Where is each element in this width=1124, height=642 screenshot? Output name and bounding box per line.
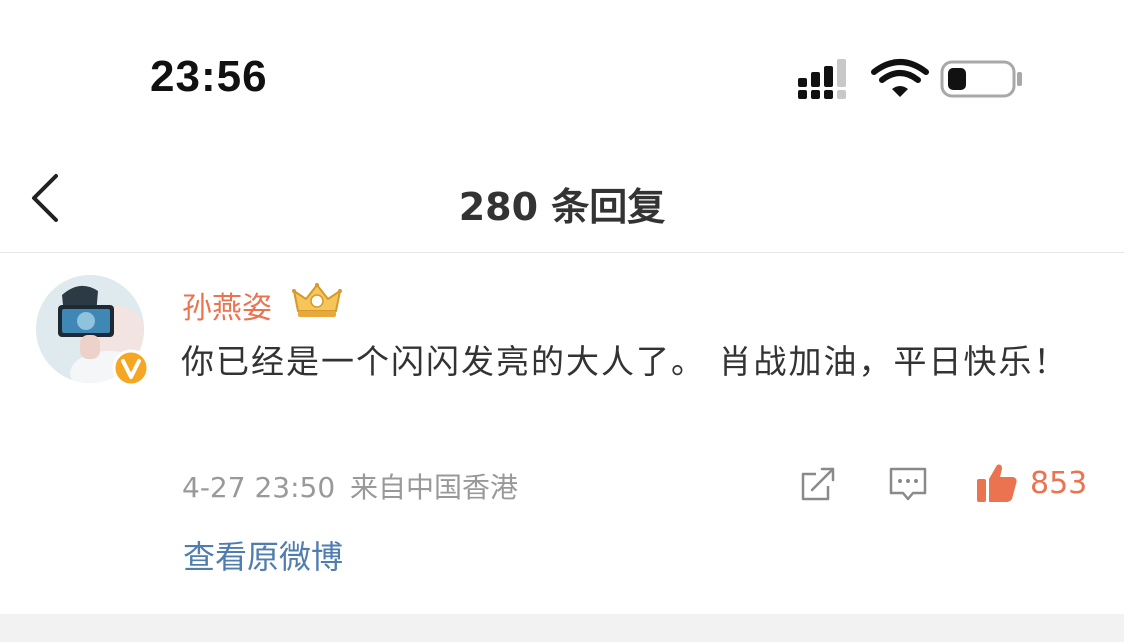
header-divider [0, 252, 1124, 253]
share-button[interactable] [798, 464, 838, 504]
status-icons [796, 58, 1026, 100]
share-icon [801, 467, 835, 501]
comment-timestamp: 4-27 23:50 [182, 471, 336, 504]
verified-v-icon [112, 349, 150, 387]
comment-source: 来自中国香港 [350, 471, 519, 504]
comment-text: 你已经是一个闪闪发亮的大人了。 肖战加油，平日快乐！ [181, 342, 1069, 381]
reply-button[interactable] [887, 464, 929, 504]
like-button[interactable] [974, 460, 1020, 506]
thumbs-up-icon [977, 464, 1017, 502]
avatar[interactable] [36, 275, 150, 387]
bottom-bar [0, 614, 1124, 642]
page-title: 280 条回复 [458, 185, 666, 229]
crown-badge-icon [292, 281, 342, 321]
wifi-icon [871, 59, 929, 97]
comment-meta: 4-27 23:50 来自中国香港 [182, 466, 518, 506]
username[interactable]: 孙燕姿 [182, 283, 272, 327]
battery-icon [940, 60, 1022, 98]
signal-icon [798, 59, 846, 99]
like-count: 853 [1030, 466, 1088, 501]
view-original-link[interactable]: 查看原微博 [183, 532, 343, 578]
comment-icon [889, 467, 927, 501]
status-time: 23:56 [150, 52, 268, 101]
